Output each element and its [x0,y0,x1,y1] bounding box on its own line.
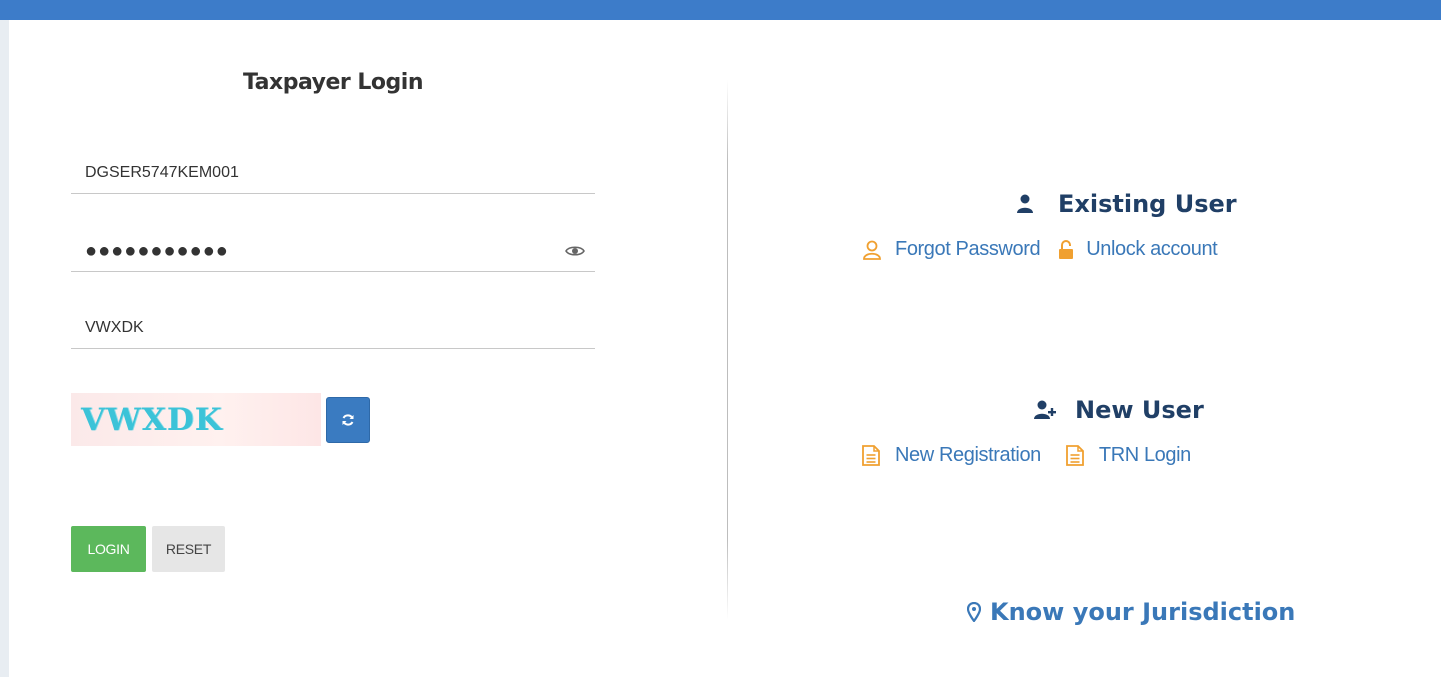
know-your-jurisdiction-link[interactable]: Know your Jurisdiction [967,598,1295,626]
captcha-image-text: VWXDK [81,401,223,438]
captcha-image: VWXDK [71,393,321,446]
forgot-password-label: Forgot Password [895,238,1041,260]
captcha-input[interactable] [71,309,551,347]
top-header-bar [0,0,1441,20]
eye-icon[interactable] [565,244,585,258]
document-icon [1065,445,1084,466]
new-registration-label: New Registration [895,444,1041,466]
add-user-icon [1034,400,1056,419]
username-field-wrapper [71,154,595,194]
password-input[interactable] [71,232,551,270]
captcha-field-wrapper [71,309,595,349]
new-registration-link[interactable]: New Registration [862,444,1041,467]
user-icon [1017,194,1033,213]
unlock-account-label: Unlock account [1086,238,1218,260]
reset-button[interactable]: RESET [152,526,225,572]
password-field-wrapper [71,232,595,272]
username-input[interactable] [71,154,551,192]
map-marker-icon [967,602,981,622]
new-user-links: New Registration TRN Login [862,444,1191,467]
unlock-icon [1059,239,1074,259]
know-your-jurisdiction-label: Know your Jurisdiction [990,598,1296,626]
new-user-title: New User [1075,396,1204,424]
new-user-heading: New User [1034,396,1204,424]
refresh-captcha-button[interactable] [326,397,370,443]
page-title: Taxpayer Login [243,70,423,95]
unlock-account-link[interactable]: Unlock account [1059,238,1218,261]
forgot-password-link[interactable]: Forgot Password [862,238,1041,261]
existing-user-title: Existing User [1058,190,1237,218]
existing-user-links: Forgot Password Unlock account [862,238,1218,261]
existing-user-heading: Existing User [1016,190,1237,218]
refresh-icon [342,414,354,426]
login-button[interactable]: LOGIN [71,526,146,572]
trn-login-label: TRN Login [1098,444,1191,466]
user-outline-icon [863,240,881,260]
trn-login-link[interactable]: TRN Login [1065,444,1191,467]
vertical-divider [727,80,728,620]
login-panel: Taxpayer Login VWXDK LOGIN RESET [9,20,1441,677]
document-icon [862,445,880,466]
